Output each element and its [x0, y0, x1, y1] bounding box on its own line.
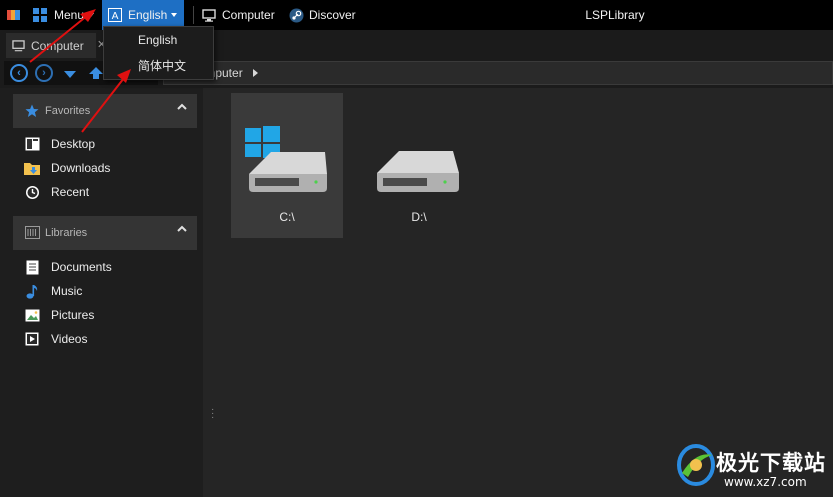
annotation-arrows [29, 9, 131, 133]
